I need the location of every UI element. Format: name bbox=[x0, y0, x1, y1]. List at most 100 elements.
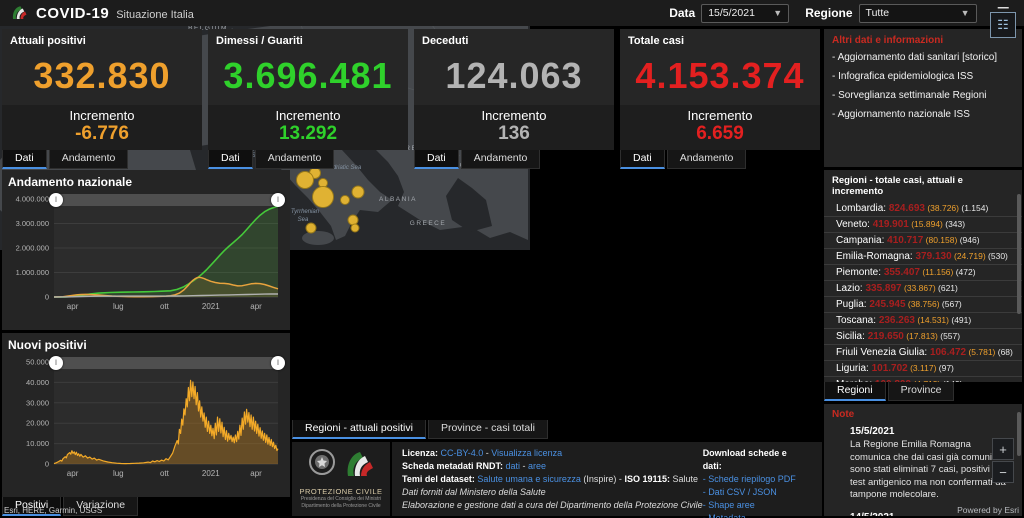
region-name: Emilia-Romagna: bbox=[836, 251, 916, 262]
stat-card-value: 124.063 bbox=[445, 55, 583, 96]
footer-link[interactable]: dati bbox=[506, 461, 521, 471]
region-row[interactable]: Lazio: 335.897 (33.867) (621) bbox=[824, 281, 1022, 297]
stat-card-title: Deceduti bbox=[422, 35, 469, 47]
header-bar: COVID-19 Situazione Italia Data 15/5/202… bbox=[0, 0, 1024, 26]
map-tab-regioni-attuali-positivi[interactable]: Regioni - attuali positivi bbox=[292, 420, 426, 439]
region-row[interactable]: Campania: 410.717 (80.158) (946) bbox=[824, 233, 1022, 249]
date-label: Data bbox=[669, 6, 696, 20]
footer-text: Salute bbox=[669, 474, 699, 484]
region-row[interactable]: Lombardia: 824.693 (38.726) (1.154) bbox=[824, 201, 1022, 217]
card3-tab-andamento[interactable]: Andamento bbox=[666, 150, 747, 169]
stat-card-increment: Incremento -6.776 bbox=[2, 105, 202, 150]
svg-text:ott: ott bbox=[160, 469, 170, 478]
map-country-label: ALBANIA bbox=[379, 196, 417, 203]
map-region-bubble[interactable] bbox=[351, 185, 365, 199]
regions-tabstrip: Regioni Province bbox=[824, 382, 955, 401]
regions-panel: Regioni - totale casi, attuali e increme… bbox=[824, 170, 1022, 382]
footer-link[interactable]: CC-BY-4.0 bbox=[441, 448, 484, 458]
svg-text:2021: 2021 bbox=[202, 469, 220, 478]
map-region-bubble[interactable] bbox=[312, 186, 334, 208]
map-region-bubble[interactable] bbox=[340, 195, 350, 205]
app-subtitle: Situazione Italia bbox=[116, 8, 194, 21]
region-row[interactable]: Veneto: 419.901 (15.894) (343) bbox=[824, 217, 1022, 233]
region-row[interactable]: Liguria: 101.702 (3.117) (97) bbox=[824, 361, 1022, 377]
increment-label: Incremento bbox=[481, 108, 547, 123]
card2-tab-dati[interactable]: Dati bbox=[414, 150, 459, 169]
info-link[interactable]: Infografica epidemiologica ISS bbox=[832, 71, 1014, 82]
footer-link[interactable]: Visualizza licenza bbox=[491, 448, 562, 458]
region-row[interactable]: Friuli Venezia Giulia: 106.472 (5.781) (… bbox=[824, 345, 1022, 361]
footer-link[interactable]: Salute umana e sicurezza bbox=[477, 474, 581, 484]
info-link[interactable]: Sorveglianza settimanale Regioni bbox=[832, 90, 1014, 101]
national-trend-panel: Andamento nazionale 0 1.000.000 2.000.000 3… bbox=[2, 170, 290, 330]
regions-tab-regioni[interactable]: Regioni bbox=[824, 382, 886, 401]
other-data-title: Altri dati e informazioni bbox=[832, 35, 944, 46]
stat-card-value: 4.153.374 bbox=[635, 55, 805, 96]
new-positives-chart: 0 10.000 20.000 30.000 40.000 50.000 apr lug ott… bbox=[26, 358, 279, 478]
map-region-bubble[interactable] bbox=[296, 171, 314, 189]
region-increment: (557) bbox=[937, 331, 961, 341]
notes-title: Note bbox=[832, 409, 855, 420]
pc-logo-title: PROTEZIONE CIVILE bbox=[299, 487, 383, 496]
chart2-slider-handle-left[interactable]: ‖ bbox=[49, 356, 63, 370]
chart2-slider-handle-right[interactable]: ‖ bbox=[271, 356, 285, 370]
region-total-cases: 106.472 bbox=[929, 347, 967, 358]
stat-card-2: Deceduti 124.063 Incremento 136 bbox=[414, 29, 614, 150]
region-label: Regione bbox=[805, 6, 853, 20]
footer-text: Dati forniti dal Ministero della Salute bbox=[402, 487, 546, 497]
download-link[interactable]: Dati CSV / JSON bbox=[703, 486, 806, 499]
chart2-range-slider[interactable]: ‖ ‖ bbox=[49, 356, 285, 370]
region-row[interactable]: Emilia-Romagna: 379.130 (24.719) (530) bbox=[824, 249, 1022, 265]
notes-scrollbar[interactable] bbox=[1017, 412, 1021, 456]
footer-line: Temi del dataset: Salute umana e sicurez… bbox=[402, 473, 703, 486]
chart1-slider-handle-left[interactable]: ‖ bbox=[49, 193, 63, 207]
date-select[interactable]: 15/5/2021 ▼ bbox=[701, 3, 790, 23]
regions-tab-province[interactable]: Province bbox=[887, 382, 955, 401]
stat-card-increment: Incremento 13.292 bbox=[208, 105, 408, 150]
stat-card-value: 3.696.481 bbox=[223, 55, 393, 96]
stat-card-title: Attuali positivi bbox=[10, 35, 86, 47]
region-row[interactable]: Sicilia: 219.650 (17.813) (557) bbox=[824, 329, 1022, 345]
stat-card-3-tabstrip: Dati Andamento bbox=[620, 150, 747, 169]
region-current-positives: (5.781) bbox=[966, 347, 996, 357]
region-name: Lombardia: bbox=[836, 203, 889, 214]
protezione-civile-emblems bbox=[309, 449, 373, 476]
region-current-positives: (14.531) bbox=[914, 315, 949, 325]
pc-logo-sub1: Presidenza del Consiglio dei Ministri bbox=[300, 496, 382, 502]
info-link[interactable]: Aggiornamento dati sanitari [storico] bbox=[832, 52, 1014, 63]
card0-tab-dati[interactable]: Dati bbox=[2, 150, 47, 169]
region-increment: (1.154) bbox=[959, 203, 989, 213]
card2-tab-andamento[interactable]: Andamento bbox=[460, 150, 541, 169]
map-tab-province-casi-totali[interactable]: Province - casi totali bbox=[427, 420, 548, 439]
map-region-bubble[interactable] bbox=[350, 223, 360, 233]
chart1-range-slider[interactable]: ‖ ‖ bbox=[49, 193, 285, 207]
footer-link[interactable]: aree bbox=[528, 461, 546, 471]
regions-scrollbar[interactable] bbox=[1017, 194, 1021, 314]
footer-text: Licenza: bbox=[402, 448, 441, 458]
download-link[interactable]: Schede riepilogo PDF bbox=[703, 473, 806, 486]
card1-tab-dati[interactable]: Dati bbox=[208, 150, 253, 169]
footer-text: Temi del dataset: bbox=[402, 474, 478, 484]
svg-text:apr: apr bbox=[67, 302, 79, 311]
info-link[interactable]: Aggiornamento nazionale ISS bbox=[832, 109, 1014, 120]
card1-tab-andamento[interactable]: Andamento bbox=[254, 150, 335, 169]
region-select[interactable]: Tutte ▼ bbox=[858, 3, 977, 23]
svg-text:0: 0 bbox=[45, 293, 49, 302]
download-link[interactable]: Shape aree bbox=[703, 499, 806, 512]
region-total-cases: 335.897 bbox=[865, 283, 902, 294]
region-row[interactable]: Piemonte: 355.407 (11.156) (472) bbox=[824, 265, 1022, 281]
region-row[interactable]: Toscana: 236.263 (14.531) (491) bbox=[824, 313, 1022, 329]
svg-text:apr: apr bbox=[250, 469, 262, 478]
date-select-value: 15/5/2021 bbox=[708, 7, 755, 19]
card3-tab-dati[interactable]: Dati bbox=[620, 150, 665, 169]
download-link[interactable]: Metadata bbox=[703, 512, 806, 518]
region-row[interactable]: Puglia: 245.945 (38.756) (567) bbox=[824, 297, 1022, 313]
svg-text:4.000.000: 4.000.000 bbox=[16, 195, 49, 204]
map-region-bubble[interactable] bbox=[347, 214, 359, 226]
chart1-slider-handle-right[interactable]: ‖ bbox=[271, 193, 285, 207]
card0-tab-andamento[interactable]: Andamento bbox=[48, 150, 129, 169]
region-increment: (68) bbox=[995, 347, 1013, 357]
map-region-bubble[interactable] bbox=[305, 222, 317, 234]
other-data-links: Aggiornamento dati sanitari [storico] Inf… bbox=[832, 52, 1014, 120]
region-current-positives: (80.158) bbox=[923, 235, 958, 245]
